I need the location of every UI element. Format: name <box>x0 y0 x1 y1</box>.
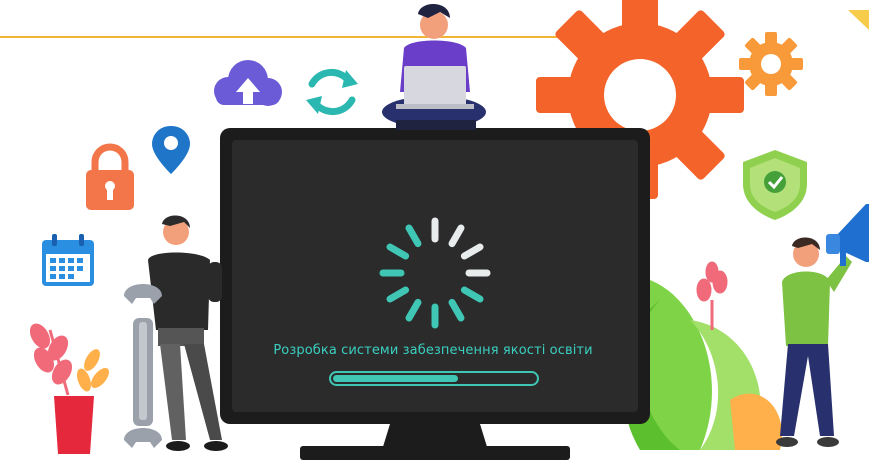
person-with-wrench <box>148 215 228 451</box>
potted-plant-left <box>29 323 109 454</box>
illustration <box>0 0 869 460</box>
padlock-icon <box>86 143 134 210</box>
person-with-megaphone <box>776 237 852 447</box>
cloud-upload-icon <box>214 60 282 106</box>
progress-bar-fill <box>333 375 458 382</box>
screen-caption: Розробка системи забезпечення якості осв… <box>273 343 593 358</box>
calendar-icon <box>42 234 94 286</box>
megaphone-icon <box>826 204 869 266</box>
monitor <box>220 128 650 460</box>
person-with-laptop <box>382 3 486 130</box>
location-pin-icon <box>152 126 190 174</box>
illustration-scene <box>0 0 869 460</box>
shield-check-icon <box>743 150 807 220</box>
sync-icon <box>306 68 358 116</box>
small-gear-icon <box>739 32 803 96</box>
